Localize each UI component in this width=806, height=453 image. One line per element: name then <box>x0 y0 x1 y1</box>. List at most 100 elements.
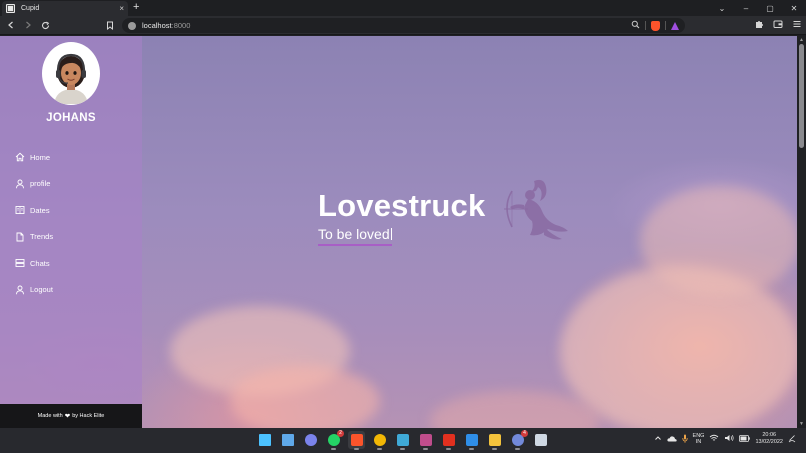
avatar[interactable] <box>42 42 100 105</box>
brave-rewards-icon[interactable] <box>671 21 679 30</box>
sidebar-item-label: Home <box>30 152 51 162</box>
microphone-icon[interactable] <box>681 434 688 445</box>
document-icon <box>14 231 25 242</box>
notification-icon[interactable] <box>788 434 796 445</box>
running-indicator <box>446 448 451 450</box>
notepad-icon <box>396 434 409 446</box>
windows-start-icon <box>258 434 271 446</box>
server-icon <box>14 258 25 269</box>
bookmark-icon[interactable] <box>104 19 116 31</box>
sidebar-item-label: Logout <box>30 285 53 295</box>
taskbar-brave-button[interactable] <box>348 431 365 450</box>
separator <box>645 21 646 30</box>
widgets-icon <box>281 434 294 446</box>
browser-toolbar: localhost :8000 <box>0 16 806 35</box>
maximize-button[interactable]: ▢ <box>758 0 782 16</box>
site-info-icon[interactable] <box>128 21 136 30</box>
taskbar-winrar-button[interactable] <box>417 431 434 450</box>
battery-icon[interactable] <box>739 434 751 444</box>
browser-tab[interactable]: Cupid × <box>2 1 128 16</box>
heart-icon: ❤ <box>64 413 71 420</box>
hero: Lovestruck To be loved <box>318 188 485 246</box>
new-tab-button[interactable]: + <box>133 2 139 13</box>
zoom-icon[interactable] <box>631 20 640 31</box>
chrome-icon <box>373 434 386 446</box>
taskbar-vscode-button[interactable] <box>463 431 480 450</box>
app-icon <box>534 434 547 446</box>
browser-tab-strip: Cupid × + ⌄ – ▢ ✕ <box>0 0 806 16</box>
scroll-down-icon[interactable]: ▼ <box>799 421 804 427</box>
onedrive-icon[interactable] <box>666 435 677 444</box>
menu-icon[interactable] <box>791 19 802 30</box>
volume-icon[interactable] <box>724 434 735 444</box>
home-icon <box>14 152 25 163</box>
window-controls: ⌄ – ▢ ✕ <box>710 0 806 16</box>
tab-search-icon[interactable]: ⌄ <box>710 0 734 16</box>
vscode-icon <box>465 434 478 446</box>
teams-chat-icon <box>304 434 317 446</box>
page-scrollbar[interactable]: ▲ ▼ <box>797 36 806 428</box>
taskbar-app-button[interactable] <box>532 431 549 449</box>
taskbar-windows-start-button[interactable] <box>256 431 273 449</box>
language-indicator[interactable]: ENG IN <box>693 433 705 445</box>
forward-icon[interactable] <box>22 19 34 31</box>
clock[interactable]: 20:06 13/02/2022 <box>755 432 783 446</box>
running-indicator <box>423 448 428 450</box>
sidebar-item-label: Trends <box>30 232 54 242</box>
minimize-button[interactable]: – <box>734 0 758 16</box>
username: JOHANS <box>46 112 96 124</box>
brave-shields-icon[interactable] <box>651 20 660 31</box>
running-indicator <box>469 448 474 450</box>
back-icon[interactable] <box>5 19 17 31</box>
wifi-icon[interactable] <box>709 434 719 444</box>
address-bar[interactable]: localhost :8000 <box>122 18 685 33</box>
running-indicator <box>400 448 405 450</box>
sidebar-item-dates[interactable]: Dates <box>14 197 53 224</box>
tab-title: Cupid <box>21 5 40 12</box>
address-bar-actions <box>631 20 679 31</box>
taskbar-widgets-button[interactable] <box>279 431 296 449</box>
sidebar-item-home[interactable]: Home <box>14 144 53 171</box>
system-tray: ENG IN 20:06 13/02/2022 <box>654 432 796 446</box>
taskbar-file-explorer-button[interactable] <box>486 431 503 450</box>
sidebar-item-trends[interactable]: Trends <box>14 224 53 251</box>
taskbar-notepad-button[interactable] <box>394 431 411 450</box>
sidebar-footer: Made with ❤ by Hack Elite <box>0 404 142 428</box>
typing-cursor <box>390 228 392 240</box>
sidebar-item-profile[interactable]: profile <box>14 171 53 198</box>
sidebar-item-label: Dates <box>30 205 50 215</box>
user-icon <box>14 178 25 189</box>
wallet-icon[interactable] <box>772 19 783 30</box>
cloud-decoration <box>230 366 380 428</box>
toolbar-right-actions <box>753 19 802 30</box>
taskbar-acrobat-button[interactable] <box>440 431 457 450</box>
taskbar-discord-button[interactable]: 4 <box>509 430 528 450</box>
taskbar-teams-chat-button[interactable] <box>302 431 319 449</box>
typed-text: To be loved <box>318 226 390 242</box>
page-viewport: JOHANS Home profile Dates Trends Chats L… <box>0 36 797 428</box>
running-indicator <box>515 448 520 450</box>
notification-badge: 4 <box>521 430 528 437</box>
running-indicator <box>354 448 359 450</box>
scroll-up-icon[interactable]: ▲ <box>799 37 804 43</box>
sidebar-item-logout[interactable]: Logout <box>14 277 53 304</box>
running-indicator <box>377 448 382 450</box>
url-host: localhost <box>142 21 172 30</box>
scrollbar-thumb[interactable] <box>799 44 804 148</box>
footer-text-after: by Hack Elite <box>72 413 105 419</box>
extensions-icon[interactable] <box>753 19 764 30</box>
taskbar-chrome-button[interactable] <box>371 431 388 450</box>
tab-close-icon[interactable]: × <box>119 4 124 13</box>
reload-icon[interactable] <box>39 19 51 31</box>
cloud-decoration <box>560 266 797 428</box>
brave-icon <box>350 434 363 446</box>
chevron-up-icon[interactable] <box>654 434 662 444</box>
logout-user-icon <box>14 284 25 295</box>
taskbar-whatsapp-button[interactable]: 2 <box>325 430 344 450</box>
sidebar: JOHANS Home profile Dates Trends Chats L… <box>0 36 142 428</box>
separator <box>665 21 666 30</box>
cloud-decoration <box>430 391 600 428</box>
close-window-button[interactable]: ✕ <box>782 0 806 16</box>
sidebar-item-chats[interactable]: Chats <box>14 250 53 277</box>
sidebar-item-label: profile <box>30 179 51 189</box>
